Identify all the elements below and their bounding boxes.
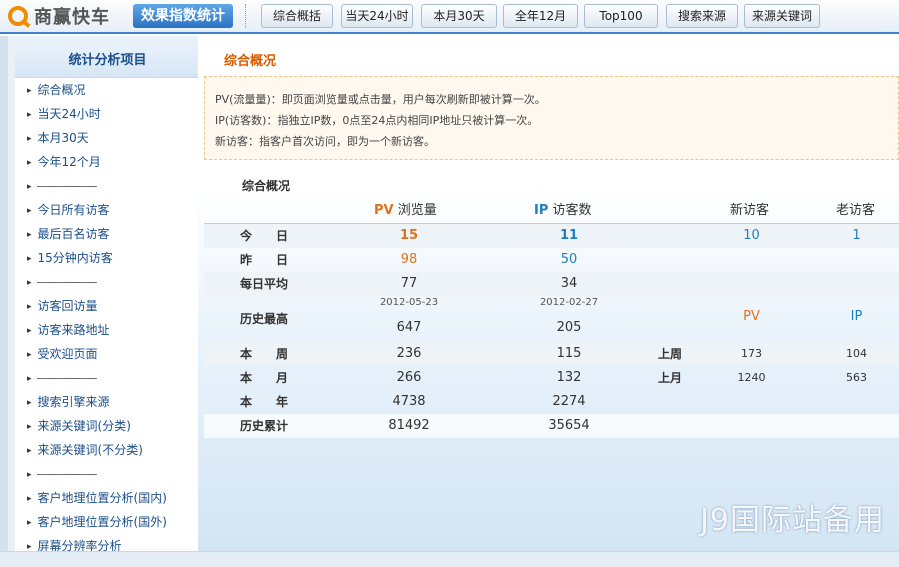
sidebar-divider: ------------------ — [15, 174, 200, 198]
today-new-visitors: 10 — [743, 228, 760, 243]
sidebar-item-popular-pages[interactable]: 受欢迎页面 — [15, 342, 200, 366]
row-label: 本 年 — [239, 395, 288, 409]
sidebar-item-today-24h[interactable]: 当天24小时 — [15, 102, 200, 126]
yesterday-ip: 50 — [560, 252, 578, 267]
daily-average-pv: 77 — [400, 276, 418, 291]
sidebar-item-geo-overseas[interactable]: 客户地理位置分析(国外) — [15, 510, 200, 534]
logo-text: 商赢快车 — [34, 7, 110, 28]
row-label: 本 周 — [239, 347, 288, 361]
watermark: J9国际站备用 — [700, 503, 885, 538]
sidebar-item-today-visitors[interactable]: 今日所有访客 — [15, 198, 200, 222]
sidebar-item-referrer-urls[interactable]: 访客来路地址 — [15, 318, 200, 342]
top-bar: 商赢快车 效果指数统计 综合概括 当天24小时 本月30天 全年12月 Top1… — [0, 0, 899, 34]
nav-source-keyword-button[interactable]: 来源关键词 — [744, 4, 820, 28]
sidebar-item-overview[interactable]: 综合概况 — [15, 78, 200, 102]
row-label: 今 日 — [239, 229, 288, 243]
total-ip: 35654 — [548, 418, 590, 433]
history-max-pv-date: 2012-05-23 — [379, 297, 439, 308]
row-label: 每日平均 — [239, 277, 288, 291]
last-month-label: 上月 — [657, 371, 682, 385]
table-row-daily-average: 每日平均 77 34 — [204, 272, 899, 296]
table-row-this-week: 本 周 236 115 上周 173 104 — [204, 342, 899, 366]
nav-search-source-button[interactable]: 搜索来源 — [666, 4, 738, 28]
total-pv: 81492 — [388, 418, 430, 433]
table-row-this-month: 本 月 266 132 上月 1240 563 — [204, 366, 899, 390]
nav-overview-button[interactable]: 综合概括 — [261, 4, 333, 28]
last-week-pv: 173 — [741, 347, 762, 360]
pv-key: PV — [374, 203, 394, 218]
row-label: 历史累计 — [239, 419, 288, 433]
nav-today-24h-button[interactable]: 当天24小时 — [341, 4, 413, 28]
history-max-ip-date: 2012-02-27 — [539, 297, 599, 308]
this-month-ip: 132 — [556, 370, 582, 385]
old-visitors-header: 老访客 — [836, 203, 876, 218]
nav-month-30d-button[interactable]: 本月30天 — [421, 4, 497, 28]
row-label: 昨 日 — [239, 253, 288, 267]
sidebar: 统计分析项目 综合概况 当天24小时 本月30天 今年12个月 --------… — [0, 36, 200, 553]
this-week-pv: 236 — [396, 346, 422, 361]
sidebar-item-month-30d[interactable]: 本月30天 — [15, 126, 200, 150]
last-month-pv: 1240 — [737, 371, 766, 384]
ip-column-header: IP 访客数 — [534, 200, 592, 222]
nav-top100-button[interactable]: Top100 — [584, 4, 658, 28]
row-label: 历史最高 — [239, 312, 288, 326]
toolbar-separator — [245, 4, 246, 28]
page-title: 综合概况 — [224, 54, 277, 69]
sidebar-item-year-12m[interactable]: 今年12个月 — [15, 150, 200, 174]
sidebar-divider: ------------------ — [15, 366, 200, 390]
today-ip: 11 — [559, 228, 579, 243]
sidebar-title: 统计分析项目 — [15, 44, 200, 78]
definitions-box: PV(流量量)：即页面浏览量或点击量，用户每次刷新即被计算一次。 IP(访客数)… — [204, 76, 899, 160]
ip-header-text: 访客数 — [552, 203, 592, 218]
sidebar-item-15min-visitors[interactable]: 15分钟内访客 — [15, 246, 200, 270]
sidebar-list: 综合概况 当天24小时 本月30天 今年12个月 ---------------… — [15, 78, 200, 558]
last-month-ip: 563 — [846, 371, 867, 384]
last-week-ip: 104 — [846, 347, 867, 360]
yesterday-pv: 98 — [400, 252, 418, 267]
history-max-ip: 205 — [556, 320, 582, 335]
overview-subtitle: 综合概况 — [242, 179, 291, 193]
table-row-today: 今 日 15 11 10 1 — [204, 224, 899, 248]
today-old-visitors: 1 — [852, 228, 861, 243]
pv-column-header: PV 浏览量 — [374, 200, 437, 222]
main-content: 综合概况 PV(流量量)：即页面浏览量或点击量，用户每次刷新即被计算一次。 IP… — [198, 36, 899, 551]
this-year-pv: 4738 — [392, 394, 426, 409]
sidebar-item-geo-domestic[interactable]: 客户地理位置分析(国内) — [15, 486, 200, 510]
sidebar-item-last-100-visitors[interactable]: 最后百名访客 — [15, 222, 200, 246]
ip-definition: IP(访客数)：指独立IP数，0点至24点内相同IP地址只被计算一次。 — [215, 114, 539, 127]
sidebar-panel: 统计分析项目 综合概况 当天24小时 本月30天 今年12个月 --------… — [15, 44, 200, 553]
this-year-ip: 2274 — [552, 394, 586, 409]
table-row-this-year: 本 年 4738 2274 — [204, 390, 899, 414]
table-row-history-max: 历史最高 2012-05-23 2012-02-27 647 205 PV IP — [204, 296, 899, 342]
nav-year-12m-button[interactable]: 全年12月 — [503, 4, 578, 28]
pv-definition: PV(流量量)：即页面浏览量或点击量，用户每次刷新即被计算一次。 — [215, 93, 546, 106]
bottom-edge — [0, 551, 899, 567]
new-visitor-definition: 新访客：指客户首次访问，即为一个新访客。 — [215, 135, 435, 148]
product-tag[interactable]: 效果指数统计 — [133, 4, 233, 28]
sidebar-item-return-visits[interactable]: 访客回访量 — [15, 294, 200, 318]
logo[interactable]: 商赢快车 — [8, 4, 110, 28]
new-visitors-header: 新访客 — [730, 203, 770, 218]
last-week-label: 上周 — [657, 347, 682, 361]
sidebar-divider: ------------------ — [15, 462, 200, 486]
ip-key: IP — [534, 203, 549, 218]
pv-header-text: 浏览量 — [397, 203, 437, 218]
daily-average-ip: 34 — [560, 276, 578, 291]
table-row-yesterday: 昨 日 98 50 — [204, 248, 899, 272]
this-week-ip: 115 — [556, 346, 582, 361]
today-pv: 15 — [399, 228, 419, 243]
history-max-pv: 647 — [396, 320, 422, 335]
sidebar-item-keywords-grouped[interactable]: 来源关键词(分类) — [15, 414, 200, 438]
comparison-ip-header: IP — [850, 309, 863, 324]
this-month-pv: 266 — [396, 370, 422, 385]
sidebar-divider: ------------------ — [15, 270, 200, 294]
row-label: 本 月 — [239, 371, 288, 385]
comparison-pv-header: PV — [743, 309, 760, 324]
logo-q-icon — [8, 6, 28, 26]
sidebar-item-search-engines[interactable]: 搜索引擎来源 — [15, 390, 200, 414]
table-row-total: 历史累计 81492 35654 — [204, 414, 899, 438]
sidebar-item-keywords-ungrouped[interactable]: 来源关键词(不分类) — [15, 438, 200, 462]
